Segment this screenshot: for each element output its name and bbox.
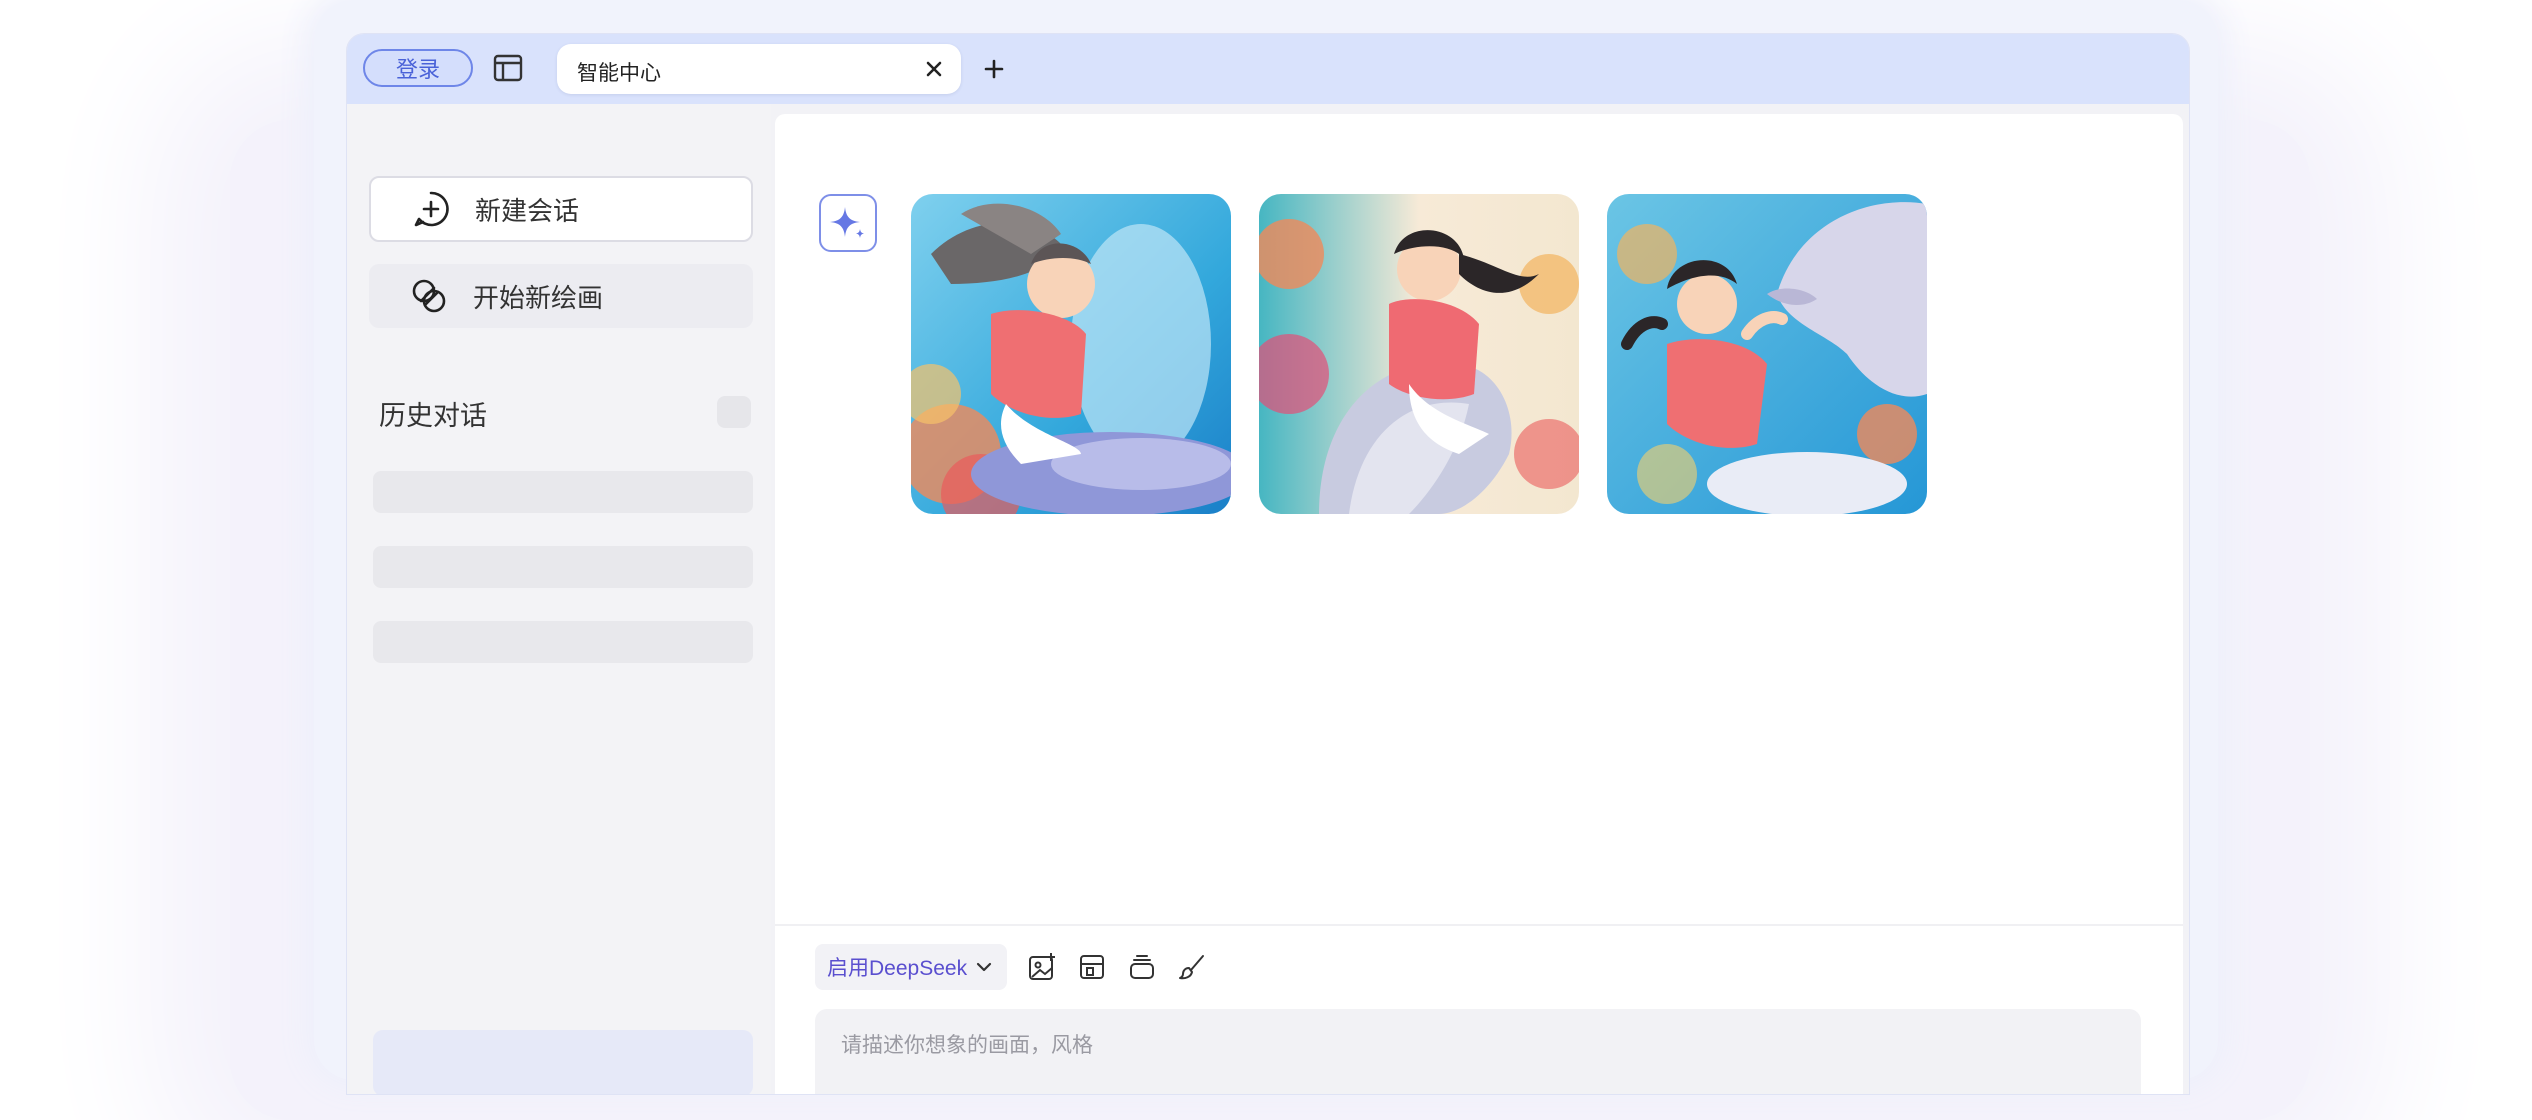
link-draw-icon — [409, 276, 449, 316]
history-item-placeholder — [373, 471, 753, 513]
chevron-down-icon — [975, 958, 993, 976]
app-window: 登录 智能中心 新建会话 开始新绘画 历史对话 启用DeepSeek 请描述你想… — [346, 33, 2190, 1095]
history-item-placeholder — [373, 546, 753, 588]
login-button[interactable]: 登录 — [363, 49, 473, 87]
generated-image-3[interactable] — [1607, 194, 1927, 514]
composer-divider — [775, 924, 2183, 926]
generated-image-1[interactable] — [911, 194, 1231, 514]
close-icon[interactable] — [923, 58, 945, 80]
title-bar: 登录 智能中心 — [347, 34, 2189, 104]
history-item-placeholder — [373, 621, 753, 663]
main-panel: 启用DeepSeek — [775, 114, 2183, 1094]
sparkle-icon — [819, 194, 877, 252]
new-chat-label: 新建会话 — [475, 195, 580, 226]
new-drawing-label: 开始新绘画 — [473, 282, 604, 313]
tab-smart-center[interactable]: 智能中心 — [557, 44, 961, 94]
layers-icon[interactable] — [1127, 952, 1157, 982]
sidebar-footer-panel[interactable] — [373, 1030, 753, 1094]
add-tab-icon[interactable] — [979, 54, 1009, 84]
history-title: 历史对话 — [379, 401, 487, 431]
image-add-icon[interactable] — [1027, 952, 1057, 982]
tab-title: 智能中心 — [577, 62, 661, 85]
history-action-button[interactable] — [717, 396, 751, 428]
new-drawing-button[interactable]: 开始新绘画 — [369, 264, 753, 328]
model-selector[interactable]: 启用DeepSeek — [815, 944, 1007, 990]
layout-icon[interactable] — [1077, 952, 1107, 982]
sidebar-toggle-icon[interactable] — [493, 54, 523, 82]
model-label: 启用DeepSeek — [827, 957, 968, 980]
prompt-box — [815, 1009, 2141, 1094]
generated-image-2[interactable] — [1259, 194, 1579, 514]
sidebar: 新建会话 开始新绘画 历史对话 — [347, 104, 771, 1094]
new-chat-button[interactable]: 新建会话 — [369, 176, 753, 242]
brush-icon[interactable] — [1177, 952, 1207, 982]
prompt-input[interactable] — [841, 1031, 2041, 1061]
chat-add-icon — [411, 189, 451, 229]
